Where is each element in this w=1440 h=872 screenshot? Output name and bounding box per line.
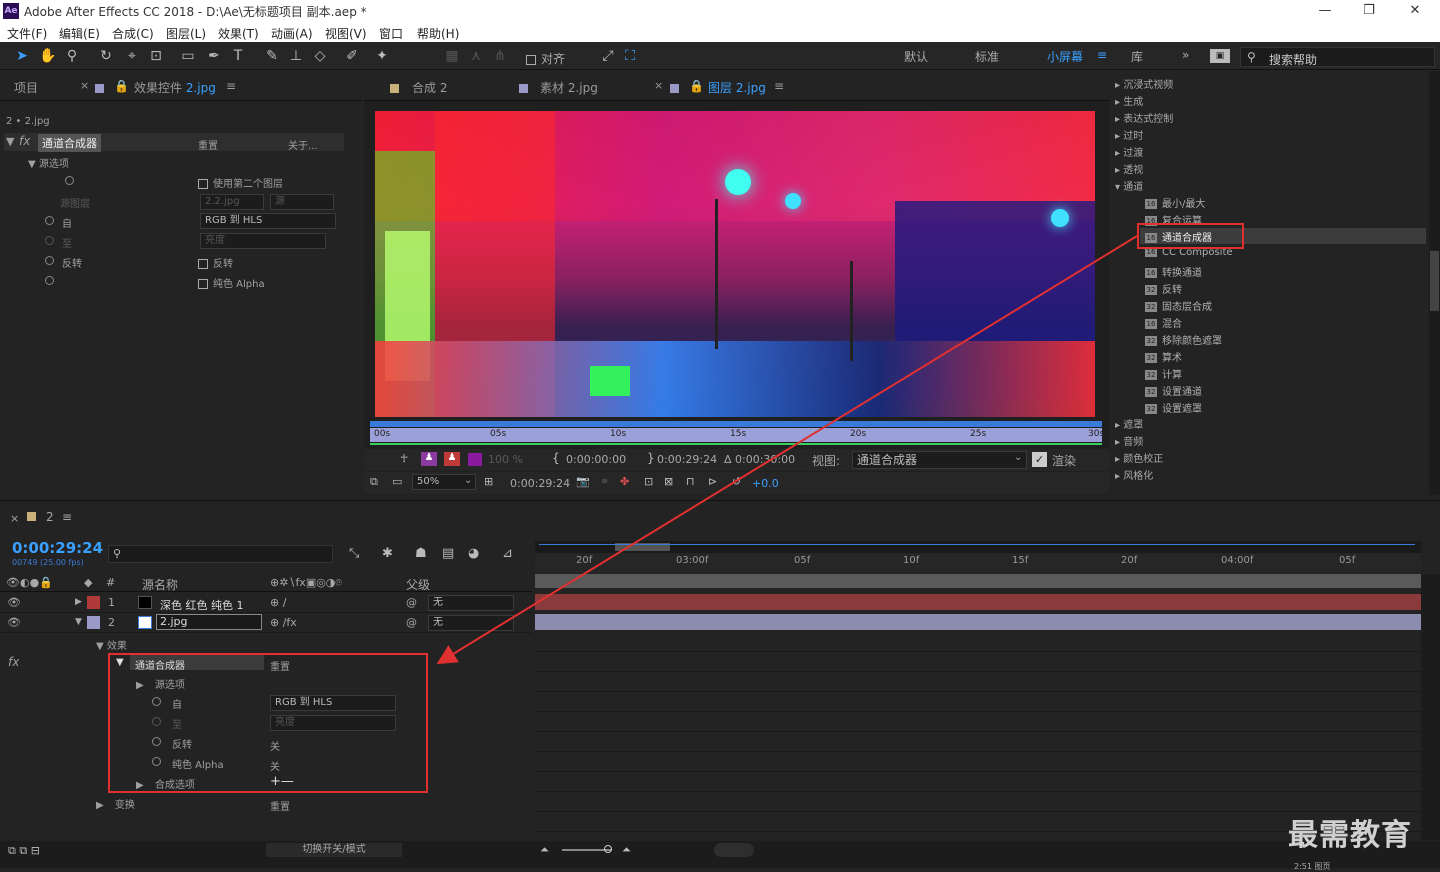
annotation-arrow-line (436, 235, 1138, 665)
watermark: 最需教育 (1288, 818, 1412, 853)
annotation-arrow (436, 235, 1138, 665)
